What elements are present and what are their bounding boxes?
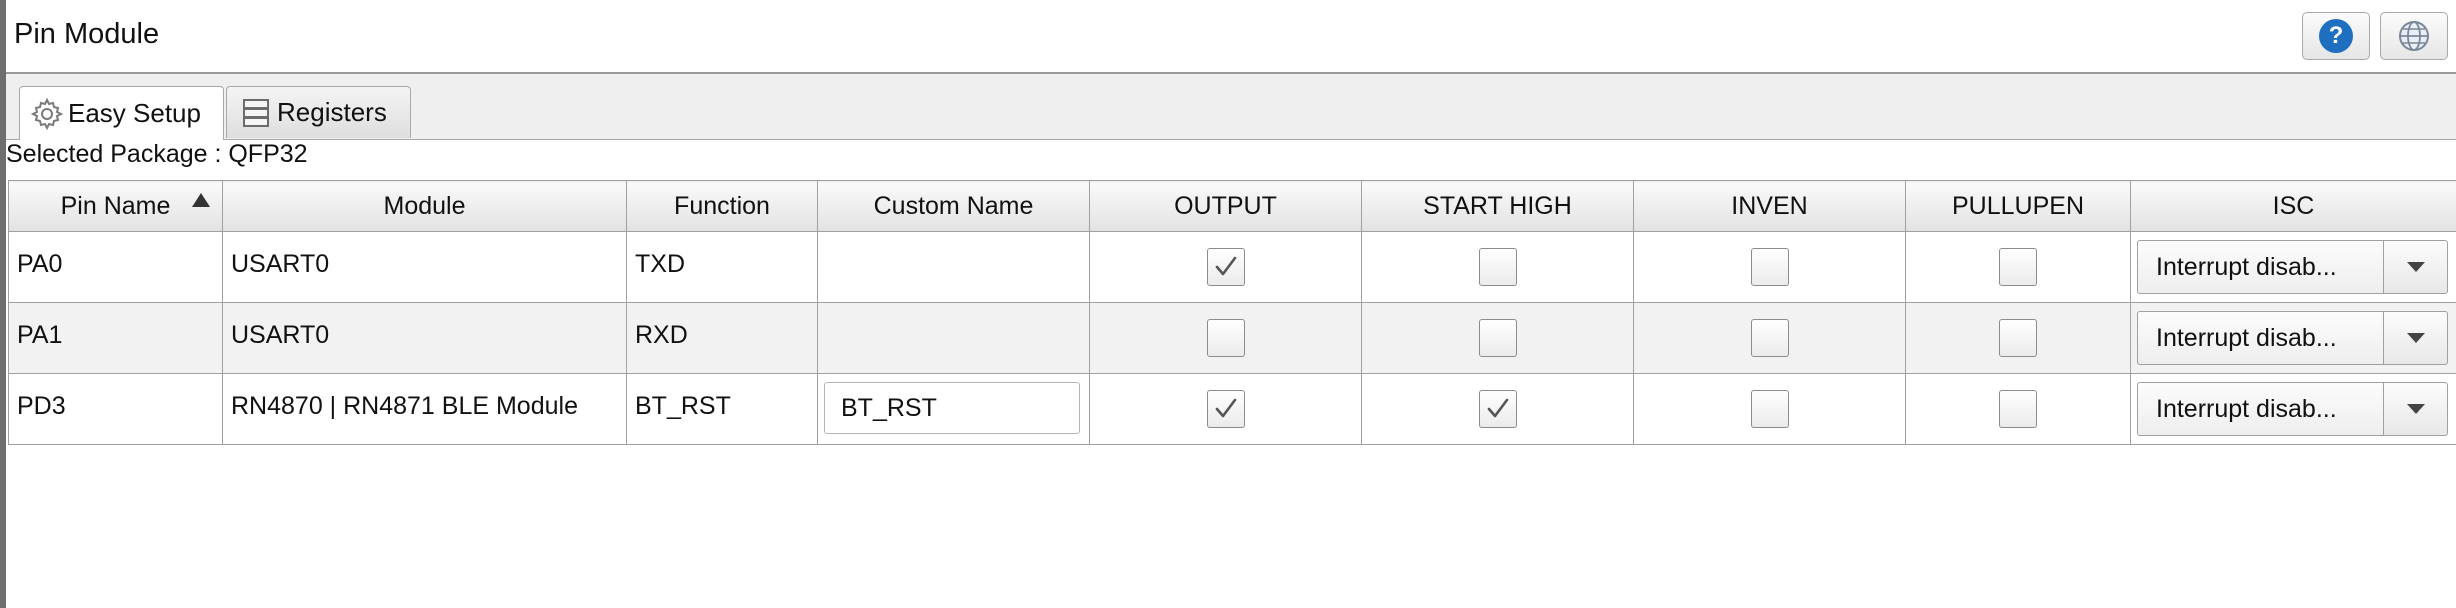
cell-function[interactable]: BT_RST bbox=[626, 373, 818, 445]
gear-icon bbox=[30, 97, 64, 130]
start-high-checkbox[interactable] bbox=[1478, 319, 1517, 357]
cell-inven bbox=[1633, 231, 1906, 303]
inven-checkbox[interactable] bbox=[1750, 319, 1789, 357]
cell-start-high bbox=[1361, 302, 1634, 374]
chevron-down-icon bbox=[2406, 262, 2425, 272]
custom-name-input[interactable]: BT_RST bbox=[824, 382, 1080, 434]
output-checkbox[interactable] bbox=[1206, 248, 1245, 286]
column-header-inven[interactable]: INVEN bbox=[1633, 180, 1906, 232]
cell-pin-name[interactable]: PA1 bbox=[8, 302, 223, 374]
tab-easy-setup-label: Easy Setup bbox=[68, 98, 201, 128]
column-header-pullupen[interactable]: PULLUPEN bbox=[1905, 180, 2131, 232]
isc-dropdown-value[interactable]: Interrupt disab... bbox=[2137, 240, 2384, 294]
column-header-custom-name[interactable]: Custom Name bbox=[817, 180, 1090, 232]
cell-inven bbox=[1633, 302, 1906, 374]
help-button[interactable]: ? bbox=[2302, 12, 2370, 60]
globe-button[interactable] bbox=[2380, 12, 2448, 60]
tab-registers[interactable]: Registers bbox=[226, 86, 411, 138]
cell-custom-name[interactable] bbox=[817, 231, 1090, 303]
table-row[interactable]: PD3 RN4870 | RN4871 BLE Module BT_RST BT… bbox=[8, 373, 2456, 445]
selected-package-label: Selected Package : QFP32 bbox=[6, 140, 308, 168]
checkmark-icon bbox=[1215, 256, 1236, 276]
tab-registers-label: Registers bbox=[277, 97, 387, 127]
column-header-function[interactable]: Function bbox=[626, 180, 818, 232]
pullupen-checkbox[interactable] bbox=[1999, 319, 2037, 357]
column-header-start-high[interactable]: START HIGH bbox=[1361, 180, 1634, 232]
cell-module[interactable]: USART0 bbox=[222, 302, 627, 374]
cell-pullupen bbox=[1905, 373, 2131, 445]
sort-ascending-icon bbox=[192, 193, 210, 207]
inven-checkbox[interactable] bbox=[1750, 248, 1789, 286]
cell-module[interactable]: RN4870 | RN4871 BLE Module bbox=[222, 373, 627, 445]
isc-dropdown-button[interactable] bbox=[2383, 240, 2448, 294]
cell-pullupen bbox=[1905, 302, 2131, 374]
help-icon: ? bbox=[2319, 19, 2353, 53]
cell-module[interactable]: USART0 bbox=[222, 231, 627, 303]
isc-dropdown[interactable]: Interrupt disab... bbox=[2137, 382, 2456, 436]
isc-dropdown[interactable]: Interrupt disab... bbox=[2137, 311, 2456, 365]
chevron-down-icon bbox=[2406, 333, 2425, 343]
start-high-checkbox[interactable] bbox=[1478, 248, 1517, 286]
cell-inven bbox=[1633, 373, 1906, 445]
table-header-row: Pin Name Module Function Custom Name OUT… bbox=[8, 180, 2456, 232]
cell-pin-name[interactable]: PA0 bbox=[8, 231, 223, 303]
window-title: Pin Module bbox=[14, 18, 160, 50]
output-checkbox[interactable] bbox=[1206, 390, 1245, 428]
chevron-down-icon bbox=[2406, 404, 2425, 414]
checkmark-icon bbox=[1487, 398, 1508, 418]
table-row[interactable]: PA0 USART0 TXD Interrupt disab... bbox=[8, 231, 2456, 303]
cell-pin-name[interactable]: PD3 bbox=[8, 373, 223, 445]
cell-output bbox=[1089, 373, 1362, 445]
pin-table: Pin Name Module Function Custom Name OUT… bbox=[8, 180, 2456, 445]
cell-custom-name: BT_RST bbox=[817, 373, 1090, 445]
isc-dropdown-value[interactable]: Interrupt disab... bbox=[2137, 382, 2384, 436]
title-bar: Pin Module ? bbox=[6, 0, 2456, 74]
column-header-pin-name[interactable]: Pin Name bbox=[8, 180, 223, 232]
cell-pullupen bbox=[1905, 231, 2131, 303]
checkmark-icon bbox=[1215, 398, 1236, 418]
pin-module-panel: Pin Module ? Easy Setup Registers Select… bbox=[6, 0, 2456, 608]
inven-checkbox[interactable] bbox=[1750, 390, 1789, 428]
table-row[interactable]: PA1 USART0 RXD Interrupt disab... bbox=[8, 302, 2456, 374]
cell-output bbox=[1089, 302, 1362, 374]
column-header-module[interactable]: Module bbox=[222, 180, 627, 232]
isc-dropdown-button[interactable] bbox=[2383, 311, 2448, 365]
pullupen-checkbox[interactable] bbox=[1999, 248, 2037, 286]
cell-output bbox=[1089, 231, 1362, 303]
tab-strip: Easy Setup Registers bbox=[6, 74, 2456, 140]
cell-start-high bbox=[1361, 373, 1634, 445]
output-checkbox[interactable] bbox=[1206, 319, 1245, 357]
globe-icon bbox=[2399, 21, 2429, 51]
cell-function[interactable]: RXD bbox=[626, 302, 818, 374]
isc-dropdown-button[interactable] bbox=[2383, 382, 2448, 436]
tab-easy-setup[interactable]: Easy Setup bbox=[19, 86, 224, 140]
column-header-isc[interactable]: ISC bbox=[2130, 180, 2456, 232]
cell-isc: Interrupt disab... bbox=[2130, 373, 2456, 445]
pullupen-checkbox[interactable] bbox=[1999, 390, 2037, 428]
cell-start-high bbox=[1361, 231, 1634, 303]
isc-dropdown[interactable]: Interrupt disab... bbox=[2137, 240, 2456, 294]
registers-icon bbox=[243, 98, 269, 127]
cell-function[interactable]: TXD bbox=[626, 231, 818, 303]
cell-isc: Interrupt disab... bbox=[2130, 302, 2456, 374]
column-header-output[interactable]: OUTPUT bbox=[1089, 180, 1362, 232]
cell-custom-name[interactable] bbox=[817, 302, 1090, 374]
cell-isc: Interrupt disab... bbox=[2130, 231, 2456, 303]
start-high-checkbox[interactable] bbox=[1478, 390, 1517, 428]
isc-dropdown-value[interactable]: Interrupt disab... bbox=[2137, 311, 2384, 365]
